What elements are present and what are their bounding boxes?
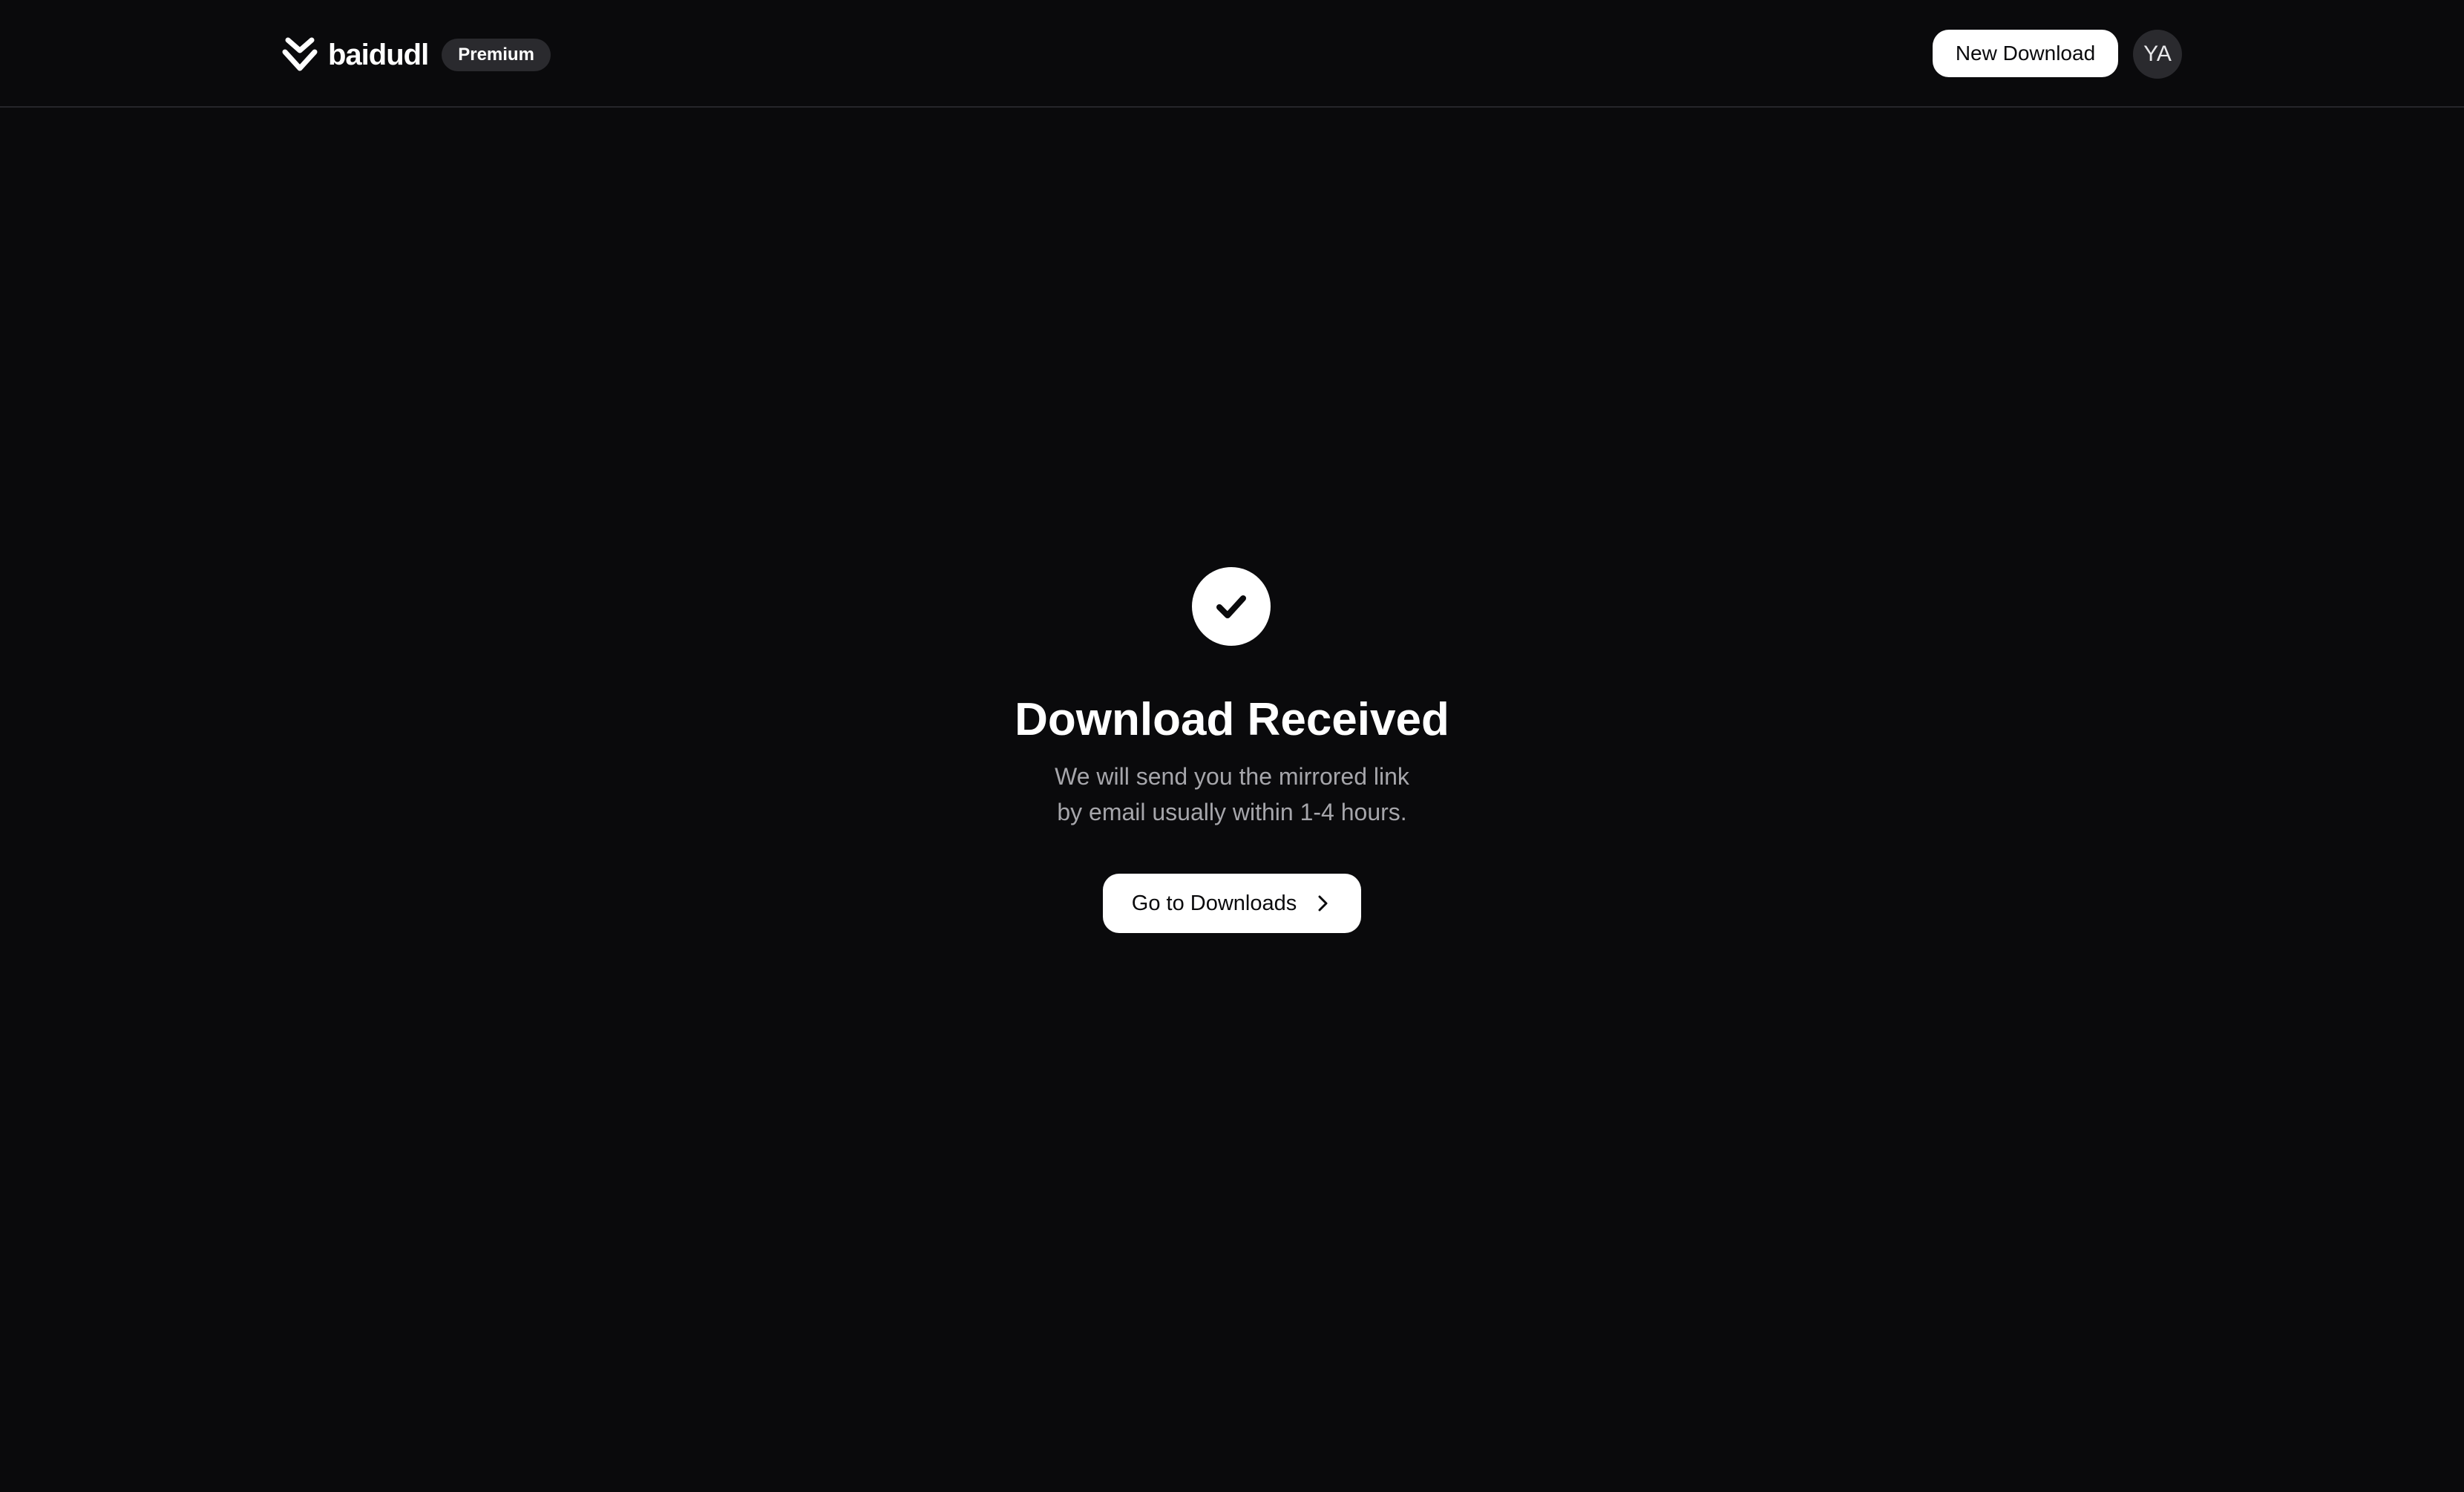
new-download-button[interactable]: New Download: [1933, 30, 2118, 77]
go-to-downloads-button[interactable]: Go to Downloads: [1103, 874, 1361, 933]
brand-name: baidudl: [328, 38, 429, 71]
check-circle-icon: [1192, 567, 1271, 646]
premium-badge: Premium: [442, 39, 551, 71]
brand[interactable]: baidudl Premium: [281, 33, 551, 77]
chevron-right-icon: [1318, 895, 1328, 912]
user-avatar[interactable]: YA: [2133, 30, 2182, 79]
logo-icon: [282, 37, 318, 71]
top-navbar: baidudl Premium New Download YA: [0, 0, 2464, 108]
status-message-line-1: We will send you the mirrored link: [1055, 763, 1409, 790]
status-message-line-2: by email usually within 1-4 hours.: [1057, 799, 1407, 825]
status-message: We will send you the mirrored link by em…: [1009, 759, 1455, 830]
go-to-downloads-label: Go to Downloads: [1131, 891, 1297, 915]
checkmark-icon: [1216, 595, 1246, 618]
page-title: Download Received: [1015, 694, 1449, 745]
